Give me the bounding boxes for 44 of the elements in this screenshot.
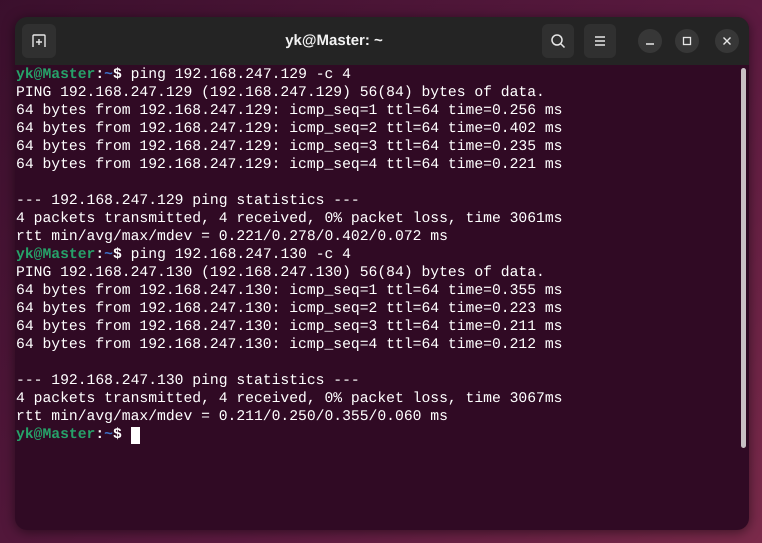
output-line: 64 bytes from 192.168.247.129: icmp_seq=4 ttl=64 time=0.221 ms bbox=[16, 156, 562, 174]
output-line: 64 bytes from 192.168.247.130: icmp_seq=4 ttl=64 time=0.212 ms bbox=[16, 336, 562, 354]
output-line: 64 bytes from 192.168.247.130: icmp_seq=3 ttl=64 time=0.211 ms bbox=[16, 318, 562, 336]
prompt-path: ~ bbox=[104, 246, 113, 264]
minimize-icon bbox=[646, 43, 654, 45]
output-line: 64 bytes from 192.168.247.130: icmp_seq=2 ttl=64 time=0.223 ms bbox=[16, 300, 562, 318]
output-line: 64 bytes from 192.168.247.129: icmp_seq=2 ttl=64 time=0.402 ms bbox=[16, 120, 562, 138]
output-line: --- 192.168.247.129 ping statistics --- bbox=[16, 192, 360, 210]
output-line: 64 bytes from 192.168.247.129: icmp_seq=1 ttl=64 time=0.256 ms bbox=[16, 102, 562, 120]
prompt-separator: : bbox=[95, 246, 104, 264]
window-title: yk@Master: ~ bbox=[285, 30, 383, 51]
prompt-separator: : bbox=[95, 66, 104, 84]
prompt-separator: : bbox=[95, 426, 104, 444]
output-line: 4 packets transmitted, 4 received, 0% packet loss, time 3067ms bbox=[16, 390, 562, 408]
prompt-path: ~ bbox=[104, 426, 113, 444]
output-line: rtt min/avg/max/mdev = 0.221/0.278/0.402/0.072 ms bbox=[16, 228, 448, 246]
close-icon bbox=[722, 36, 732, 46]
minimize-button[interactable] bbox=[638, 29, 662, 53]
command-text: ping 192.168.247.129 -c 4 bbox=[130, 66, 351, 84]
output-line: --- 192.168.247.130 ping statistics --- bbox=[16, 372, 360, 390]
search-button[interactable] bbox=[542, 24, 574, 58]
search-icon bbox=[550, 33, 566, 49]
output-line: 64 bytes from 192.168.247.130: icmp_seq=1 ttl=64 time=0.355 ms bbox=[16, 282, 562, 300]
output-line: PING 192.168.247.130 (192.168.247.130) 56(84) bytes of data. bbox=[16, 264, 545, 282]
prompt-user-host: yk@Master bbox=[16, 426, 96, 444]
menu-icon bbox=[593, 35, 607, 47]
output-line: 64 bytes from 192.168.247.129: icmp_seq=3 ttl=64 time=0.235 ms bbox=[16, 138, 562, 156]
output-line: PING 192.168.247.129 (192.168.247.129) 56(84) bytes of data. bbox=[16, 84, 545, 102]
prompt-user-host: yk@Master bbox=[16, 66, 96, 84]
menu-button[interactable] bbox=[584, 24, 616, 58]
prompt-symbol: $ bbox=[112, 426, 122, 444]
maximize-icon bbox=[682, 36, 692, 46]
prompt-symbol: $ bbox=[112, 66, 122, 84]
output-line: 4 packets transmitted, 4 received, 0% packet loss, time 3061ms bbox=[16, 210, 562, 228]
command-text: ping 192.168.247.130 -c 4 bbox=[130, 246, 351, 264]
prompt-path: ~ bbox=[104, 66, 113, 84]
prompt-user-host: yk@Master bbox=[16, 246, 96, 264]
output-line: rtt min/avg/max/mdev = 0.211/0.250/0.355/0.060 ms bbox=[16, 408, 448, 426]
prompt-symbol: $ bbox=[112, 246, 122, 264]
scrollbar-thumb[interactable] bbox=[740, 68, 746, 448]
new-tab-icon bbox=[31, 33, 47, 49]
close-button[interactable] bbox=[715, 29, 739, 53]
new-tab-button[interactable] bbox=[22, 24, 56, 58]
maximize-button[interactable] bbox=[675, 29, 699, 53]
